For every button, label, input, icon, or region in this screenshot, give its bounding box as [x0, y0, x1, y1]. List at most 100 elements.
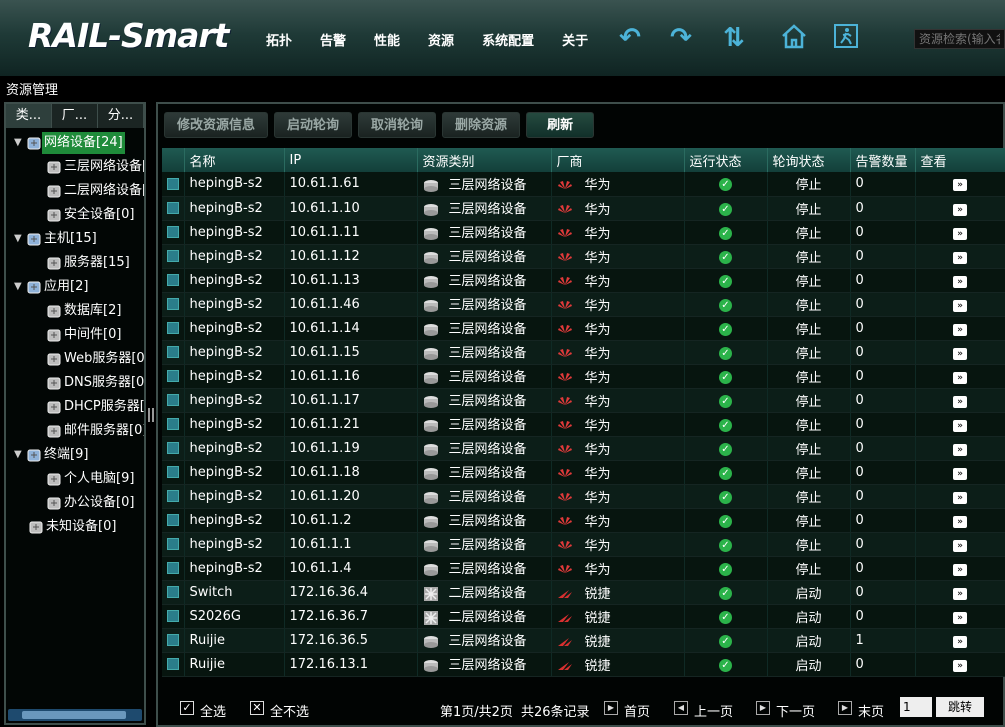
tree-item[interactable]: 数据库[2] [6, 300, 144, 324]
prev-page-icon[interactable]: ◀ [674, 701, 688, 715]
row-checkbox[interactable] [167, 442, 179, 454]
view-detail-icon[interactable]: » [953, 611, 967, 624]
row-checkbox[interactable] [167, 298, 179, 310]
tree-item[interactable]: 未知设备[0] [6, 516, 144, 540]
table-row[interactable]: hepingB-s2 10.61.1.18 三层网络设备 华为 ✓ 停止 0 » [162, 460, 1005, 485]
nav-resource[interactable]: 资源 [428, 30, 454, 49]
header-alarm-count[interactable]: 告警数量 [850, 148, 916, 172]
header-poll-status[interactable]: 轮询状态 [767, 148, 851, 172]
nav-performance[interactable]: 性能 [374, 30, 400, 49]
table-row[interactable]: hepingB-s2 10.61.1.10 三层网络设备 华为 ✓ 停止 0 » [162, 196, 1005, 221]
row-checkbox[interactable] [167, 538, 179, 550]
first-page-button[interactable]: 首页 [624, 701, 650, 720]
row-checkbox[interactable] [167, 394, 179, 406]
view-detail-icon[interactable]: » [953, 515, 967, 528]
delete-resource-button[interactable]: 删除资源 [442, 112, 521, 138]
home-icon[interactable] [778, 22, 810, 54]
nav-topology[interactable]: 拓扑 [266, 30, 292, 49]
view-detail-icon[interactable]: » [953, 203, 967, 216]
cancel-poll-button[interactable]: 取消轮询 [358, 112, 437, 138]
select-none-checkbox[interactable]: ✕ [250, 701, 264, 715]
table-row[interactable]: hepingB-s2 10.61.1.1 三层网络设备 华为 ✓ 停止 0 » [162, 532, 1005, 557]
prev-page-button[interactable]: 上一页 [694, 701, 733, 720]
select-all-label[interactable]: 全选 [200, 701, 226, 720]
edit-resource-button[interactable]: 修改资源信息 [164, 112, 269, 138]
tree-item[interactable]: DNS服务器[0 [6, 372, 144, 396]
row-checkbox[interactable] [167, 418, 179, 430]
header-view[interactable]: 查看 [915, 148, 1005, 172]
row-checkbox[interactable] [167, 250, 179, 262]
view-detail-icon[interactable]: » [953, 275, 967, 288]
resource-search-input[interactable] [914, 29, 1005, 49]
view-detail-icon[interactable]: » [953, 395, 967, 408]
tree-item[interactable]: 安全设备[0] [6, 204, 144, 228]
tree-item[interactable]: 中间件[0] [6, 324, 144, 348]
table-row[interactable]: hepingB-s2 10.61.1.15 三层网络设备 华为 ✓ 停止 0 » [162, 340, 1005, 365]
tree-item[interactable]: ▼ 网络设备[24] [6, 132, 144, 156]
row-checkbox[interactable] [167, 610, 179, 622]
tree-item[interactable]: 三层网络设备[ [6, 156, 144, 180]
table-row[interactable]: Ruijie 172.16.13.1 三层网络设备 锐捷 ✓ 启动 0 » [162, 652, 1005, 677]
table-row[interactable]: hepingB-s2 10.61.1.4 三层网络设备 华为 ✓ 停止 0 » [162, 556, 1005, 581]
tree-item[interactable]: ▼ 应用[2] [6, 276, 144, 300]
row-checkbox[interactable] [167, 322, 179, 334]
row-checkbox[interactable] [167, 346, 179, 358]
row-checkbox[interactable] [167, 177, 179, 190]
nav-system-config[interactable]: 系统配置 [482, 30, 534, 49]
tree-item[interactable]: 邮件服务器[0] [6, 420, 144, 444]
header-name[interactable]: 名称 [184, 148, 285, 172]
select-all-checkbox[interactable]: ✓ [180, 701, 194, 715]
header-ip[interactable]: IP [284, 148, 418, 172]
view-detail-icon[interactable]: » [953, 179, 967, 192]
next-page-icon[interactable]: ▶ [756, 701, 770, 715]
tree-item[interactable]: DHCP服务器[ [6, 396, 144, 420]
exit-icon[interactable] [830, 22, 862, 54]
refresh-icon[interactable]: ⇅ [718, 22, 750, 54]
tree-item[interactable]: Web服务器[0 [6, 348, 144, 372]
tree-item[interactable]: ▼ 主机[15] [6, 228, 144, 252]
panel-splitter[interactable] [148, 408, 154, 422]
tab-group[interactable]: 分... [98, 104, 144, 128]
table-row[interactable]: hepingB-s2 10.61.1.16 三层网络设备 华为 ✓ 停止 0 » [162, 364, 1005, 389]
table-row[interactable]: hepingB-s2 10.61.1.13 三层网络设备 华为 ✓ 停止 0 » [162, 268, 1005, 293]
nav-alarm[interactable]: 告警 [320, 30, 346, 49]
table-row[interactable]: hepingB-s2 10.61.1.2 三层网络设备 华为 ✓ 停止 0 » [162, 508, 1005, 533]
view-detail-icon[interactable]: » [953, 371, 967, 384]
row-checkbox[interactable] [167, 658, 179, 670]
header-vendor[interactable]: 厂商 [551, 148, 685, 172]
start-poll-button[interactable]: 启动轮询 [274, 112, 353, 138]
row-checkbox[interactable] [167, 490, 179, 502]
view-detail-icon[interactable]: » [953, 563, 967, 576]
forward-icon[interactable]: ↷ [665, 22, 697, 54]
view-detail-icon[interactable]: » [953, 227, 967, 240]
select-none-label[interactable]: 全不选 [270, 701, 309, 720]
page-number-input[interactable]: 1 [900, 697, 932, 717]
last-page-button[interactable]: 末页 [858, 701, 884, 720]
expand-arrow-icon[interactable]: ▼ [14, 444, 24, 466]
row-checkbox[interactable] [167, 514, 179, 526]
view-detail-icon[interactable]: » [953, 539, 967, 552]
last-page-icon[interactable]: ▶ [838, 701, 852, 715]
view-detail-icon[interactable]: » [953, 491, 967, 504]
table-row[interactable]: hepingB-s2 10.61.1.11 三层网络设备 华为 ✓ 停止 0 » [162, 220, 1005, 245]
nav-about[interactable]: 关于 [562, 30, 588, 49]
table-row[interactable]: hepingB-s2 10.61.1.21 三层网络设备 华为 ✓ 停止 0 » [162, 412, 1005, 437]
table-row[interactable]: hepingB-s2 10.61.1.14 三层网络设备 华为 ✓ 停止 0 » [162, 316, 1005, 341]
view-detail-icon[interactable]: » [953, 299, 967, 312]
view-detail-icon[interactable]: » [953, 635, 967, 648]
row-checkbox[interactable] [167, 562, 179, 574]
tree-horizontal-scrollbar[interactable] [8, 709, 142, 721]
table-row[interactable]: hepingB-s2 10.61.1.17 三层网络设备 华为 ✓ 停止 0 » [162, 388, 1005, 413]
row-checkbox[interactable] [167, 634, 179, 646]
view-detail-icon[interactable]: » [953, 251, 967, 264]
table-row[interactable]: hepingB-s2 10.61.1.12 三层网络设备 华为 ✓ 停止 0 » [162, 244, 1005, 269]
row-checkbox[interactable] [167, 226, 179, 238]
first-page-icon[interactable]: ▶ [604, 701, 618, 715]
tree-item[interactable]: 二层网络设备[ [6, 180, 144, 204]
row-checkbox[interactable] [167, 586, 179, 598]
tree-item[interactable]: 办公设备[0] [6, 492, 144, 516]
view-detail-icon[interactable]: » [953, 419, 967, 432]
expand-arrow-icon[interactable]: ▼ [14, 276, 24, 298]
table-row[interactable]: Switch 172.16.36.4 二层网络设备 锐捷 ✓ 启动 0 » [162, 580, 1005, 605]
view-detail-icon[interactable]: » [953, 659, 967, 672]
